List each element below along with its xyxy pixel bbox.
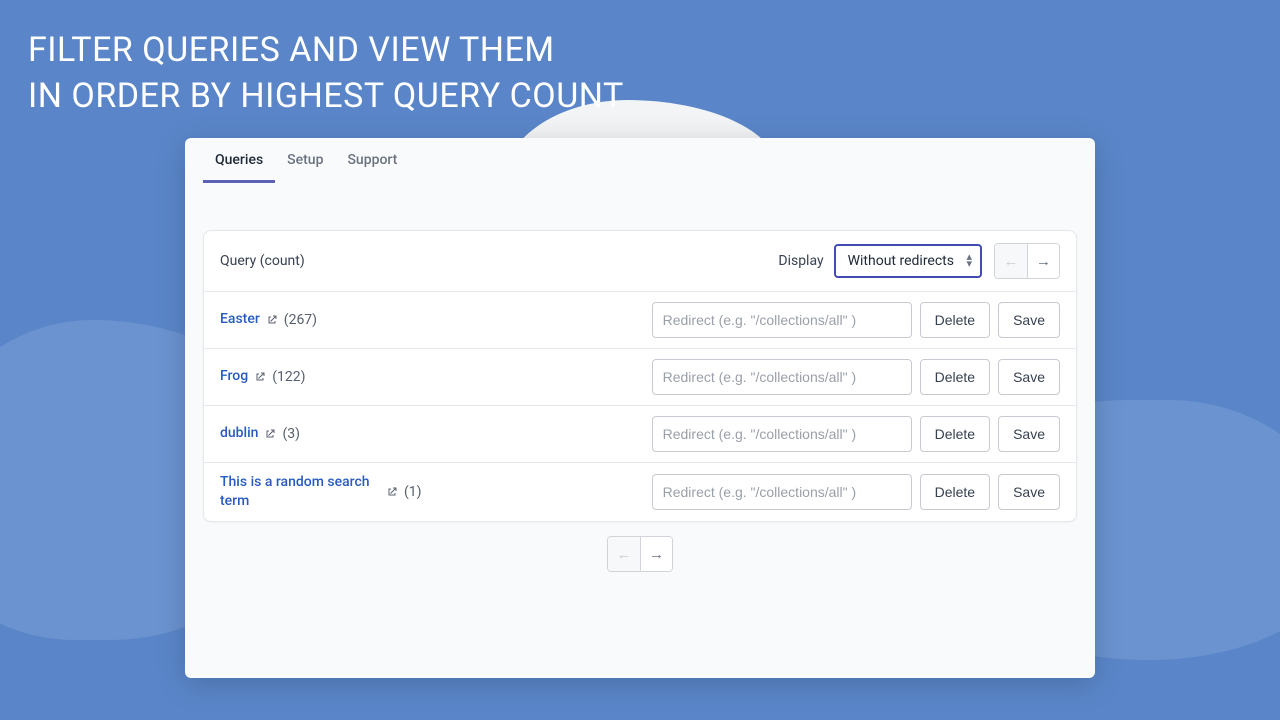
- save-button[interactable]: Save: [998, 416, 1060, 452]
- query-count: (122): [272, 369, 305, 385]
- column-header-query: Query (count): [220, 253, 778, 269]
- app-card: Queries Setup Support Query (count) Disp…: [185, 138, 1095, 678]
- external-link-icon: [266, 314, 278, 326]
- prev-page-button-bottom[interactable]: ←: [608, 537, 640, 571]
- query-cell: This is a random search term (1): [220, 473, 644, 511]
- query-link[interactable]: This is a random search term: [220, 473, 380, 511]
- promo-headline: FILTER QUERIES AND VIEW THEM IN ORDER BY…: [0, 0, 1280, 120]
- headline-line2: IN ORDER BY HIGHEST QUERY COUNT: [28, 76, 624, 116]
- save-button[interactable]: Save: [998, 359, 1060, 395]
- display-select-value: Without redirects: [848, 253, 954, 269]
- headline-line1: FILTER QUERIES AND VIEW THEM: [28, 30, 555, 70]
- tab-bar: Queries Setup Support: [185, 138, 1095, 184]
- external-link-icon: [254, 371, 266, 383]
- tab-setup[interactable]: Setup: [275, 138, 335, 183]
- table-row: This is a random search term (1) Delete …: [204, 463, 1076, 521]
- queries-panel: Query (count) Display Without redirects …: [203, 230, 1077, 522]
- display-select[interactable]: Without redirects ▴▾: [834, 244, 982, 278]
- query-link[interactable]: dublin: [220, 424, 258, 443]
- delete-button[interactable]: Delete: [920, 474, 990, 510]
- query-link[interactable]: Easter: [220, 310, 260, 329]
- redirect-input[interactable]: [652, 474, 912, 510]
- tab-queries[interactable]: Queries: [203, 138, 275, 183]
- redirect-input[interactable]: [652, 359, 912, 395]
- tab-support[interactable]: Support: [335, 138, 409, 183]
- delete-button[interactable]: Delete: [920, 416, 990, 452]
- next-page-button[interactable]: →: [1027, 244, 1059, 278]
- table-row: Easter (267) Delete Save: [204, 292, 1076, 349]
- delete-button[interactable]: Delete: [920, 302, 990, 338]
- save-button[interactable]: Save: [998, 302, 1060, 338]
- external-link-icon: [386, 486, 398, 498]
- arrow-left-icon: ←: [1004, 252, 1019, 270]
- table-row: dublin (3) Delete Save: [204, 406, 1076, 463]
- query-count: (1): [404, 484, 422, 500]
- prev-page-button[interactable]: ←: [995, 244, 1027, 278]
- display-label: Display: [778, 253, 823, 269]
- pager-top: ← →: [994, 243, 1060, 279]
- query-cell: dublin (3): [220, 424, 644, 443]
- pager-bottom: ← →: [185, 536, 1095, 572]
- query-cell: Frog (122): [220, 367, 644, 386]
- save-button[interactable]: Save: [998, 474, 1060, 510]
- query-count: (3): [282, 426, 300, 442]
- arrow-left-icon: ←: [617, 545, 632, 563]
- arrow-right-icon: →: [1036, 252, 1051, 270]
- arrow-right-icon: →: [649, 545, 664, 563]
- table-row: Frog (122) Delete Save: [204, 349, 1076, 406]
- redirect-input[interactable]: [652, 416, 912, 452]
- external-link-icon: [264, 428, 276, 440]
- panel-header: Query (count) Display Without redirects …: [204, 231, 1076, 292]
- query-cell: Easter (267): [220, 310, 644, 329]
- delete-button[interactable]: Delete: [920, 359, 990, 395]
- query-link[interactable]: Frog: [220, 367, 248, 386]
- query-count: (267): [284, 312, 317, 328]
- chevron-updown-icon: ▴▾: [966, 254, 972, 267]
- next-page-button-bottom[interactable]: →: [640, 537, 672, 571]
- redirect-input[interactable]: [652, 302, 912, 338]
